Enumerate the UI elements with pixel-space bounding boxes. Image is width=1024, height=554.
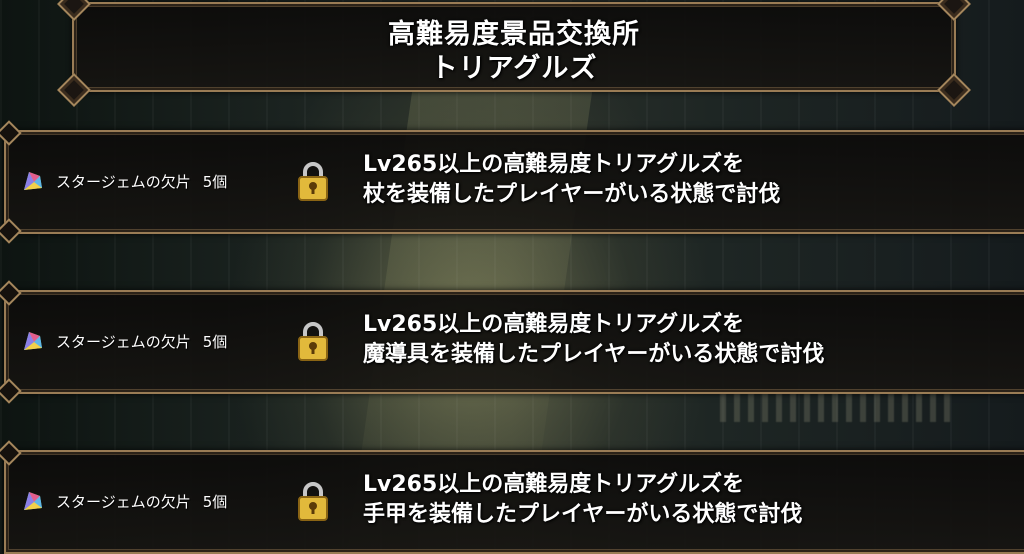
- reward-quantity: 5個: [202, 332, 228, 351]
- padlock-icon: [298, 482, 328, 521]
- title-panel: 高難易度景品交換所 トリアグルズ: [57, 0, 971, 107]
- background-runes: [720, 392, 950, 422]
- condition-line: Lv265以上の高難易度トリアグルズを: [363, 152, 745, 177]
- reward-row[interactable]: スタージェムの欠片 5個 Lv265以上の高難易度トリアグルズを 魔導具を装備し…: [0, 280, 1024, 404]
- reward-item-name: スタージェムの欠片: [56, 332, 191, 351]
- unlock-condition: Lv265以上の高難易度トリアグルズを 杖を装備したプレイヤーがいる状態で討伐: [363, 150, 780, 210]
- star-gem-fragment-icon: [24, 492, 42, 510]
- condition-line: 手甲を装備したプレイヤーがいる状態で討伐: [363, 502, 803, 527]
- padlock-icon: [298, 162, 328, 201]
- reward-item: スタージェムの欠片 5個: [20, 328, 227, 354]
- reward-item-name: スタージェムの欠片: [56, 492, 191, 511]
- star-gem-fragment-icon: [24, 332, 42, 350]
- unlock-condition: Lv265以上の高難易度トリアグルズを 手甲を装備したプレイヤーがいる状態で討伐: [363, 470, 802, 530]
- condition-line: Lv265以上の高難易度トリアグルズを: [363, 312, 745, 337]
- reward-row[interactable]: スタージェムの欠片 5個 Lv265以上の高難易度トリアグルズを 手甲を装備した…: [0, 440, 1024, 554]
- star-gem-fragment-icon: [24, 172, 42, 190]
- reward-item: スタージェムの欠片 5個: [20, 488, 227, 514]
- reward-item-name: スタージェムの欠片: [56, 172, 191, 191]
- condition-line: 杖を装備したプレイヤーがいる状態で討伐: [363, 182, 781, 207]
- reward-item: スタージェムの欠片 5個: [20, 168, 227, 194]
- padlock-icon: [298, 322, 328, 361]
- condition-line: Lv265以上の高難易度トリアグルズを: [363, 472, 745, 497]
- page-subtitle: トリアグルズ: [430, 53, 598, 84]
- reward-quantity: 5個: [202, 172, 228, 191]
- reward-quantity: 5個: [202, 492, 228, 511]
- unlock-condition: Lv265以上の高難易度トリアグルズを 魔導具を装備したプレイヤーがいる状態で討…: [363, 310, 824, 370]
- condition-line: 魔導具を装備したプレイヤーがいる状態で討伐: [363, 342, 825, 367]
- reward-row[interactable]: スタージェムの欠片 5個 Lv265以上の高難易度トリアグルズを 杖を装備したプ…: [0, 120, 1024, 244]
